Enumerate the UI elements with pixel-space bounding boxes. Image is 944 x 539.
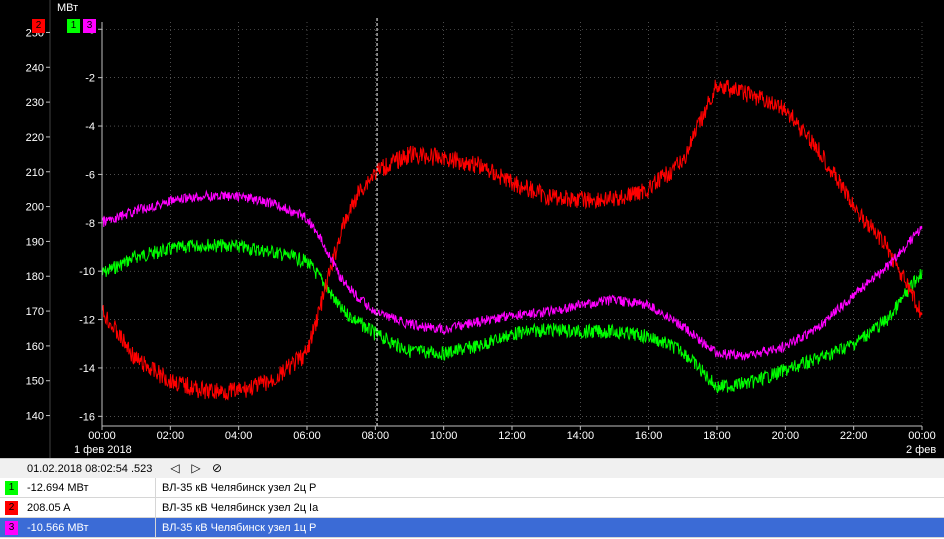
trend-chart[interactable]: 00:00 02:00 04:00 06:00 08:00 10:00 12:00 14:00… (0, 0, 944, 458)
x-tick-label: 16:00 (635, 430, 663, 442)
series-2-name: ВЛ-35 кВ Челябинск узел 2ц Ia (162, 502, 319, 514)
status-bar: 01.02.2018 08:02:54 .523 ◁ ▷ ⊘ (0, 458, 944, 478)
right-axis-tick-label: -14 (79, 363, 95, 375)
left-axis-tick-label: 160 (26, 341, 44, 353)
x-tick-label: 06:00 (293, 430, 321, 442)
right-axis-tick-label: -8 (85, 218, 95, 230)
series-layer (101, 79, 923, 401)
prev-icon[interactable]: ◁ (167, 460, 183, 476)
legend-row[interactable]: 1 -12.694 МВт ВЛ-35 кВ Челябинск узел 2ц… (0, 478, 944, 498)
x-tick-label: 18:00 (703, 430, 731, 442)
right-axis-badge-3: 3 (83, 19, 96, 33)
series-1-value: -12.694 МВт (27, 482, 89, 494)
x-tick-label: 00:00 (908, 430, 936, 442)
right-axis-tick-label: -12 (79, 315, 95, 327)
trend-viewer: 00:00 02:00 04:00 06:00 08:00 10:00 12:00 14:00… (0, 0, 944, 539)
x-tick-label: 20:00 (772, 430, 800, 442)
next-icon[interactable]: ▷ (188, 460, 204, 476)
series-1-swatch: 1 (5, 481, 18, 495)
x-date-end: 2 фев (906, 444, 936, 456)
x-tick-label: 04:00 (225, 430, 253, 442)
x-date-start: 1 фев 2018 (74, 444, 132, 456)
left-axis-tick-label: 210 (26, 167, 44, 179)
series-2-swatch: 2 (5, 501, 18, 515)
right-axis-tick-label: -4 (85, 121, 95, 133)
chart-area[interactable]: 00:00 02:00 04:00 06:00 08:00 10:00 12:00 14:00… (0, 0, 944, 458)
left-axis-tick-label: 200 (26, 202, 44, 214)
column-divider (155, 498, 156, 518)
series-3-value: -10.566 МВт (27, 522, 89, 534)
series-2-value: 208.05 A (27, 502, 71, 514)
right-axis-badge-1: 1 (67, 19, 80, 33)
x-tick-label: 02:00 (157, 430, 185, 442)
x-tick-label: 14:00 (567, 430, 595, 442)
x-tick-label: 00:00 (88, 430, 116, 442)
cursor-timestamp: 01.02.2018 08:02:54 .523 (27, 463, 153, 475)
left-axis-tick-label: 140 (26, 411, 44, 423)
left-axis-tick-label: 180 (26, 271, 44, 283)
unit-label: МВт (57, 2, 78, 14)
column-divider (155, 478, 156, 498)
x-tick-label: 22:00 (840, 430, 868, 442)
right-axis-tick-label: -10 (79, 266, 95, 278)
left-axis-tick-label: 220 (26, 132, 44, 144)
column-divider (155, 518, 156, 538)
left-axis-tick-label: 190 (26, 236, 44, 248)
right-axis-tick-label: -16 (79, 411, 95, 423)
legend-row[interactable]: 2 208.05 A ВЛ-35 кВ Челябинск узел 2ц Ia (0, 498, 944, 518)
clear-cursor-icon[interactable]: ⊘ (209, 460, 225, 476)
series-1-name: ВЛ-35 кВ Челябинск узел 2ц P (162, 482, 317, 494)
x-tick-label: 12:00 (498, 430, 526, 442)
right-axis-tick-label: -6 (85, 169, 95, 181)
left-axis-tick-label: 230 (26, 97, 44, 109)
x-tick-label: 10:00 (430, 430, 458, 442)
legend-row[interactable]: 3 -10.566 МВт ВЛ-35 кВ Челябинск узел 1ц… (0, 518, 944, 538)
series-3-name: ВЛ-35 кВ Челябинск узел 1ц P (162, 522, 317, 534)
left-axis-tick-label: 150 (26, 376, 44, 388)
axes-layer: 00:00 02:00 04:00 06:00 08:00 10:00 12:00 14:00… (26, 0, 936, 458)
series-2-line (101, 79, 923, 401)
right-axis-tick-label: -2 (85, 73, 95, 85)
series-3-swatch: 3 (5, 521, 18, 535)
x-tick-label: 08:00 (362, 430, 390, 442)
left-axis-badge: 2 (32, 19, 45, 33)
left-axis-tick-label: 170 (26, 306, 44, 318)
left-axis-tick-label: 240 (26, 62, 44, 74)
legend-table: 1 -12.694 МВт ВЛ-35 кВ Челябинск узел 2ц… (0, 478, 944, 539)
